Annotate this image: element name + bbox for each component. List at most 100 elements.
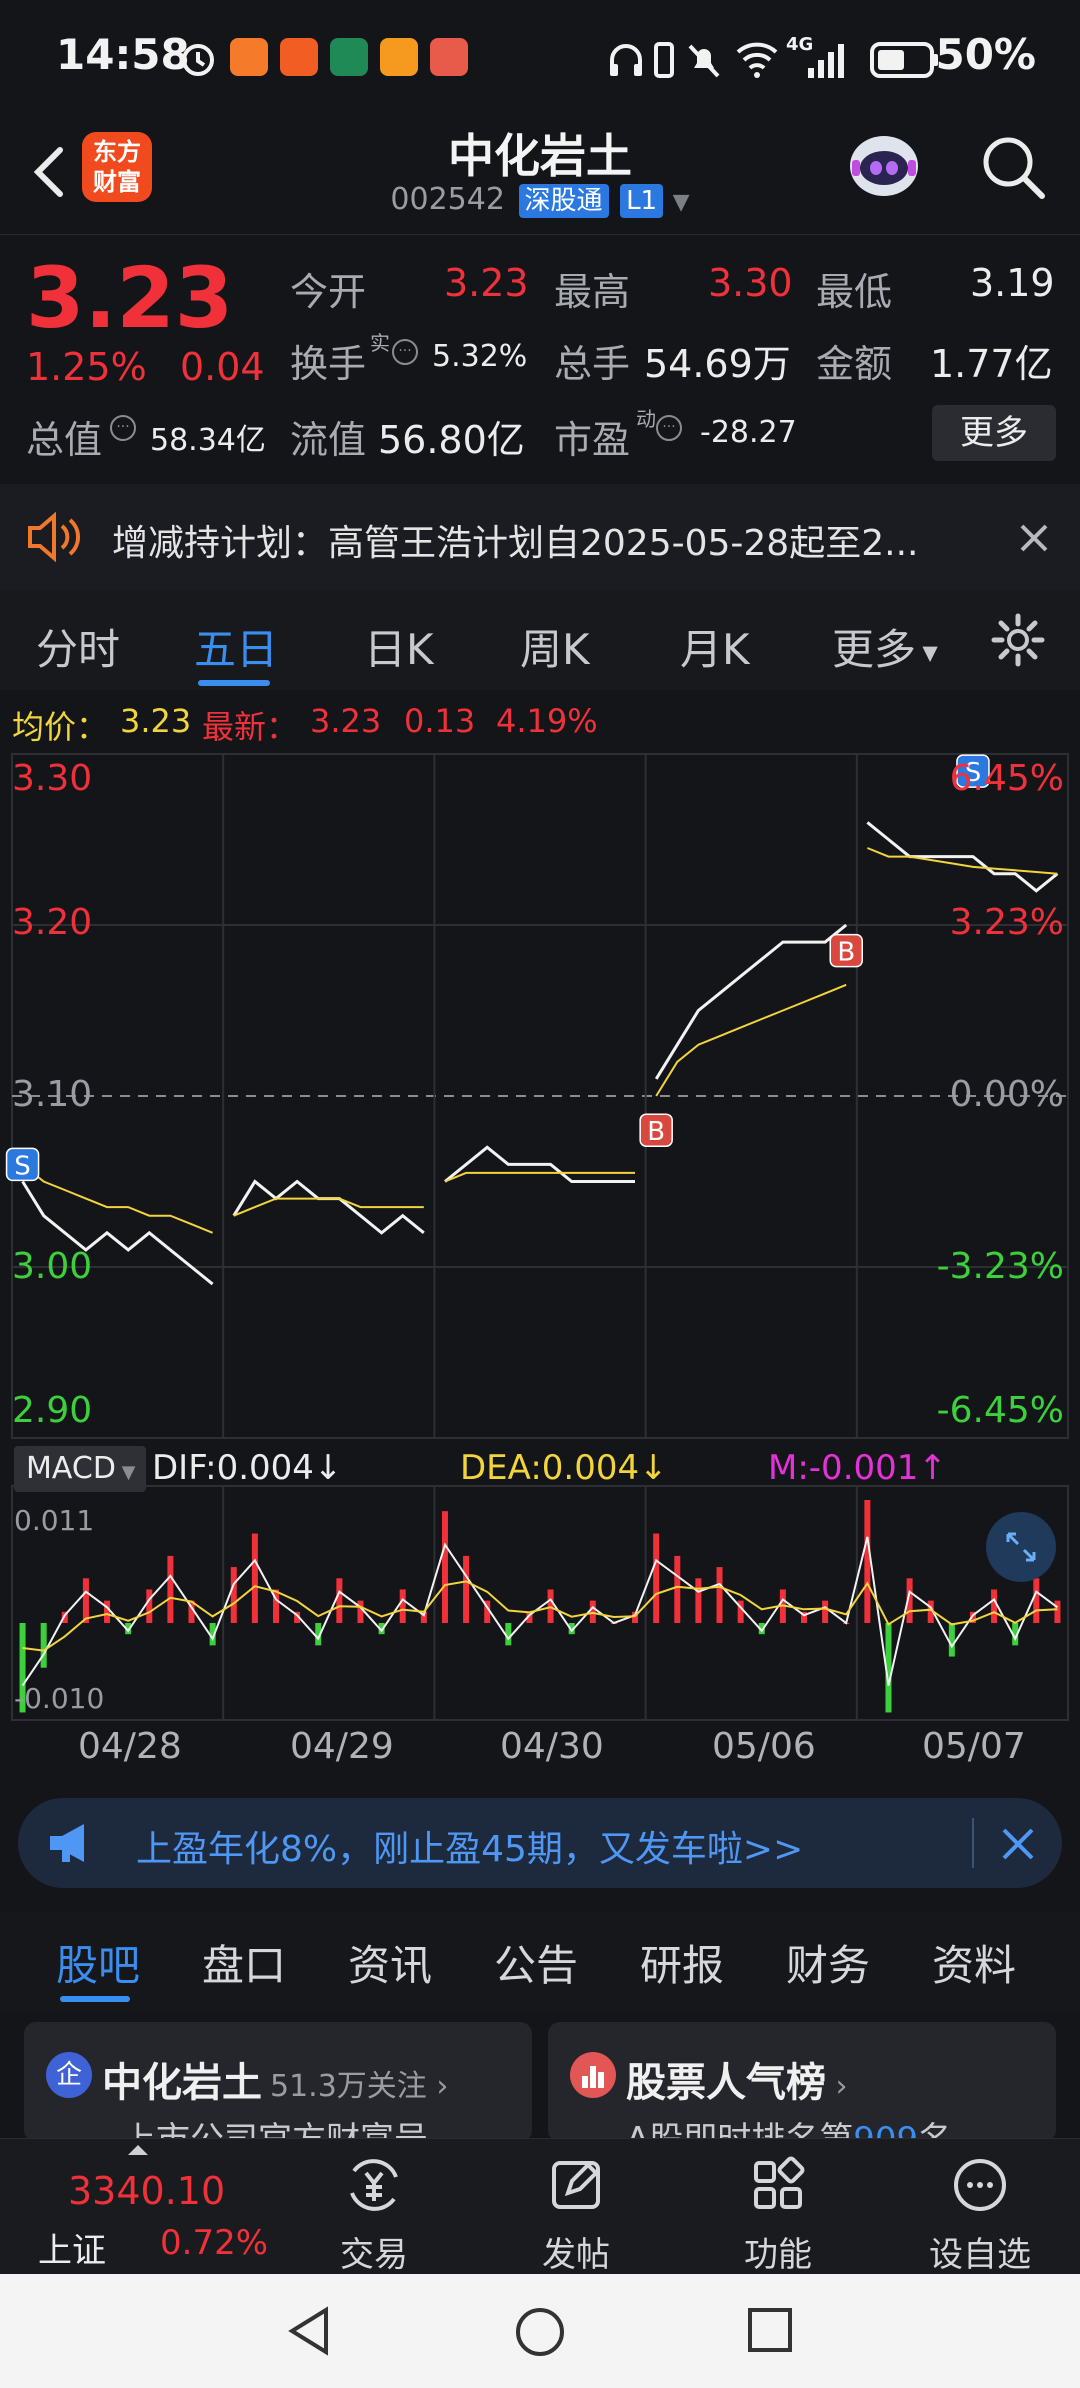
macd-bar <box>167 1555 174 1623</box>
post-button[interactable]: 发帖 <box>516 2153 636 2276</box>
tab-weekly-k[interactable]: 周K <box>520 616 590 677</box>
triangle-back-icon <box>288 2306 328 2356</box>
mktcap-value: 58.34亿 <box>150 423 266 458</box>
change-amount: 0.04 <box>180 345 265 389</box>
y-tick-right: -3.23% <box>936 1246 1064 1287</box>
company-account-card[interactable]: 企 中化岩土 51.3万关注 › 上市公司官方财富号 <box>24 2022 532 2142</box>
card-title-text: 股票人气榜 <box>626 2060 826 2106</box>
nav-recents-button[interactable] <box>744 2304 796 2356</box>
tab-profile[interactable]: 资料 <box>932 1932 1016 1993</box>
expand-chart-button[interactable] <box>986 1512 1056 1582</box>
post-label: 发帖 <box>542 2235 610 2275</box>
more-button[interactable]: 更多 <box>932 405 1056 461</box>
tab-guba[interactable]: 股吧 <box>56 1932 140 1993</box>
y-tick-right: 3.23% <box>949 902 1064 943</box>
y-tick-left: 3.30 <box>12 758 93 799</box>
app-logo[interactable]: 东方 财富 <box>82 132 152 202</box>
caret-down-icon: ▼ <box>672 190 690 215</box>
info-icon[interactable]: ··· <box>110 415 136 441</box>
enterprise-badge: 企 <box>46 2052 92 2098</box>
circle-home-icon <box>516 2308 564 2356</box>
volume-value: 54.69万 <box>644 342 791 386</box>
macd-bar <box>822 1600 829 1623</box>
y-tick-left: 2.90 <box>12 1390 93 1431</box>
functions-button[interactable]: 功能 <box>718 2153 838 2276</box>
amount-label: 金额 <box>816 342 893 386</box>
tab-five-day[interactable]: 五日 <box>194 616 278 677</box>
info-icon[interactable]: ··· <box>392 339 418 365</box>
tab-more[interactable]: 更多 ▼ <box>832 616 938 677</box>
card-title-text: 中化岩土 <box>102 2060 262 2106</box>
macd-bar <box>1054 1600 1061 1623</box>
tab-research[interactable]: 研报 <box>640 1932 724 1993</box>
close-promo-button[interactable] <box>998 1824 1038 1864</box>
y-tick-left: 3.10 <box>12 1074 93 1115</box>
active-tab-indicator <box>60 1996 130 2002</box>
macd-bar <box>251 1533 258 1623</box>
low-value: 3.19 <box>970 261 1055 305</box>
five-day-chart[interactable]: SBBS 3.30 3.20 3.10 3.00 2.90 6.45% 3.23… <box>0 748 1080 1758</box>
macd-bar <box>589 1600 596 1623</box>
robot-assistant-icon[interactable] <box>842 126 926 210</box>
bottom-toolbar: 3340.10 上证 0.72% 交易 发帖 功能 设自选 <box>0 2138 1080 2276</box>
macd-bar <box>674 1555 681 1623</box>
add-watchlist-label: 设自选 <box>929 2235 1031 2275</box>
chart-period-tabs: 分时 五日 日K 周K 月K 更多 ▼ <box>0 590 1080 690</box>
marker-label: B <box>837 938 855 968</box>
tab-pankou[interactable]: 盘口 <box>202 1932 286 1993</box>
macd-bar <box>336 1578 343 1623</box>
tab-intraday[interactable]: 分时 <box>36 616 120 677</box>
notice-text: 增减持计划：高管王浩计划自2025-05-28起至2... <box>112 523 919 564</box>
float-value: 56.80亿 <box>378 418 525 462</box>
trade-label: 交易 <box>340 2235 408 2275</box>
app-notification-icon <box>230 38 268 76</box>
macd-bar <box>104 1600 111 1623</box>
y-tick-left: 3.20 <box>12 902 93 943</box>
nav-home-button[interactable] <box>512 2304 568 2360</box>
popularity-card[interactable]: 股票人气榜 › A股即时排名第909名 <box>548 2022 1056 2142</box>
trade-button[interactable]: 交易 <box>314 2153 434 2276</box>
system-nav-bar <box>0 2274 1080 2388</box>
functions-label: 功能 <box>744 2235 812 2275</box>
close-icon <box>1020 524 1048 552</box>
close-notice-button[interactable] <box>1014 518 1054 558</box>
tab-financials[interactable]: 财务 <box>786 1932 870 1993</box>
tab-announcements[interactable]: 公告 <box>494 1932 578 1993</box>
price-info-row: 均价： 3.23 最新： 3.23 0.13 4.19% <box>0 692 1080 748</box>
tab-news[interactable]: 资讯 <box>348 1932 432 1993</box>
app-notification-icon <box>280 38 318 76</box>
avg-value: 3.23 <box>120 702 192 740</box>
y-tick-left: 3.00 <box>12 1246 93 1287</box>
index-value: 3340.10 <box>68 2169 226 2213</box>
tab-daily-k[interactable]: 日K <box>364 616 434 677</box>
tab-more-label: 更多 <box>832 625 917 674</box>
rank-icon <box>570 2052 616 2098</box>
info-icon[interactable]: ··· <box>656 415 682 441</box>
macd-bar <box>82 1578 89 1623</box>
tab-monthly-k[interactable]: 月K <box>680 616 750 677</box>
caret-down-icon: ▼ <box>916 640 938 665</box>
macd-top-tick: 0.011 <box>14 1504 95 1537</box>
nav-back-button[interactable] <box>282 2304 336 2358</box>
logo-line-2: 财富 <box>93 168 141 196</box>
index-ticker[interactable]: 3340.10 上证 0.72% <box>0 2139 290 2275</box>
status-time: 14:58 <box>56 30 190 79</box>
average-price-line <box>867 847 1058 875</box>
add-watchlist-button[interactable]: 设自选 <box>920 2153 1040 2276</box>
latest-label: 最新： <box>202 708 299 746</box>
amount-value: 1.77亿 <box>930 342 1053 386</box>
chart-settings-button[interactable] <box>990 612 1046 668</box>
alarm-icon <box>178 38 218 78</box>
macd-dif-line <box>21 1536 1058 1687</box>
headphone-icon <box>606 40 646 80</box>
macd-bar <box>463 1555 470 1623</box>
back-button[interactable] <box>20 132 80 212</box>
stock-code: 002542 <box>390 182 505 217</box>
search-icon <box>983 137 1045 199</box>
macd-selector[interactable]: MACD ▼ <box>14 1446 146 1492</box>
edit-icon <box>552 2161 600 2209</box>
high-label: 最高 <box>554 270 631 314</box>
notice-bar[interactable]: 增减持计划：高管王浩计划自2025-05-28起至2... <box>0 484 1080 590</box>
search-button[interactable] <box>978 132 1048 202</box>
promo-banner[interactable]: 上盈年化8%，刚止盈45期，又发车啦>> <box>18 1798 1062 1888</box>
